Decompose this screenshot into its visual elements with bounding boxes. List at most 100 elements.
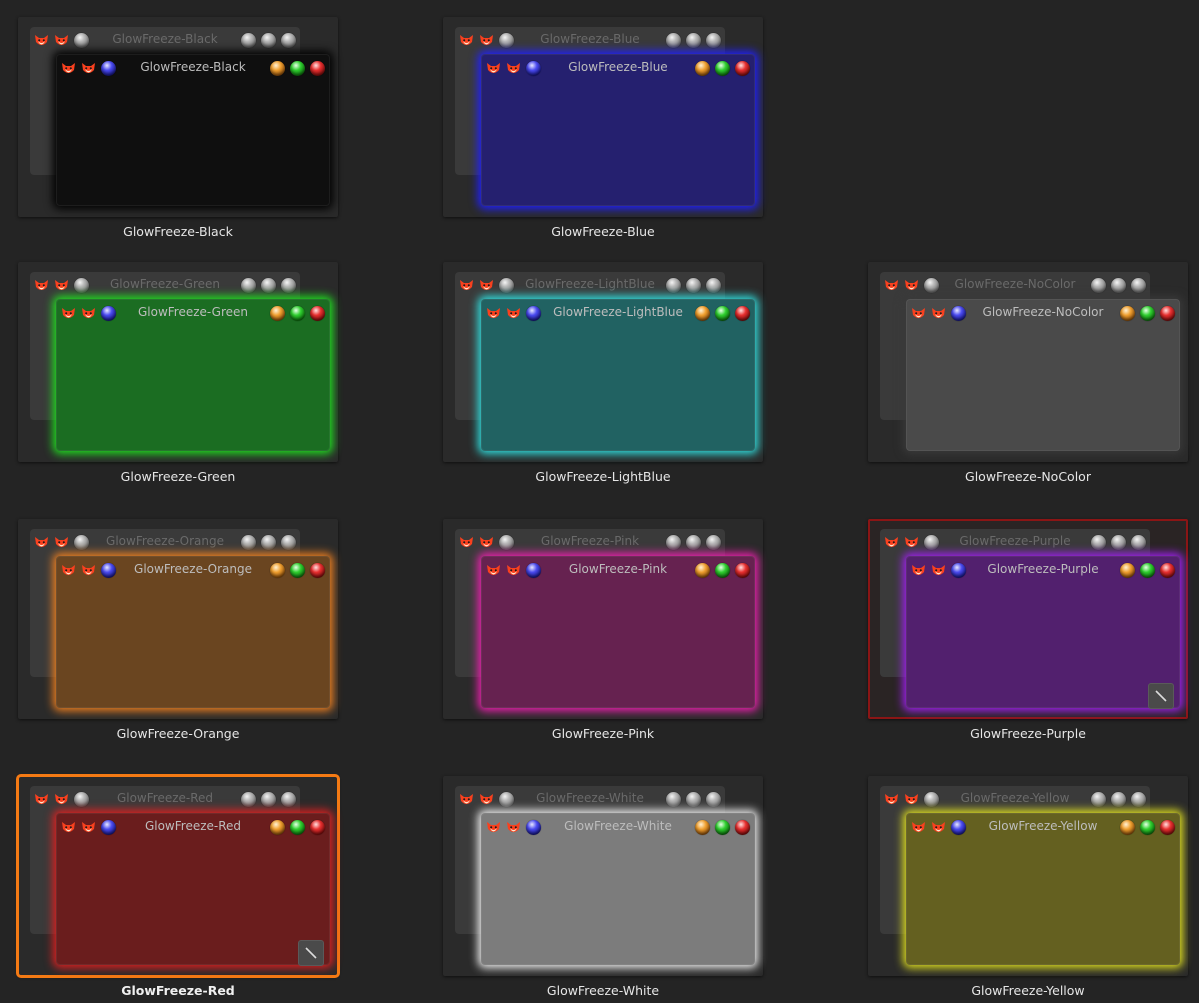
active-window-preview: GlowFreeze-Purple — [906, 556, 1180, 708]
inactive-right-buttons — [666, 278, 721, 293]
maximize-orb-icon — [290, 563, 305, 578]
active-right-buttons — [270, 820, 325, 835]
maximize-orb-icon — [686, 535, 701, 550]
theme-card[interactable]: GlowFreeze-White GlowFreeze-White — [443, 776, 763, 976]
maximize-orb-icon — [1111, 792, 1126, 807]
minimize-orb-icon — [1120, 563, 1135, 578]
edit-theme-button[interactable] — [1148, 683, 1174, 709]
maximize-orb-icon — [290, 61, 305, 76]
minimize-orb-icon — [1120, 820, 1135, 835]
theme-name-label: GlowFreeze-White — [546, 983, 660, 998]
active-window-preview: GlowFreeze-Green — [56, 299, 330, 451]
close-orb-icon — [281, 278, 296, 293]
minimize-orb-icon — [1120, 306, 1135, 321]
close-orb-icon — [310, 306, 325, 321]
theme-card[interactable]: GlowFreeze-Pink GlowFreeze-Pink — [443, 519, 763, 719]
maximize-orb-icon — [715, 563, 730, 578]
minimize-orb-icon — [666, 278, 681, 293]
theme-name-label: GlowFreeze-NoColor — [965, 469, 1091, 484]
inactive-right-buttons — [666, 792, 721, 807]
minimize-orb-icon — [270, 820, 285, 835]
theme-name-label: GlowFreeze-Blue — [551, 224, 655, 239]
close-orb-icon — [310, 61, 325, 76]
active-window-preview: GlowFreeze-LightBlue — [481, 299, 755, 451]
close-orb-icon — [706, 535, 721, 550]
close-orb-icon — [281, 33, 296, 48]
inactive-right-buttons — [241, 278, 296, 293]
theme-card[interactable]: GlowFreeze-Black GlowFreeze-Black — [18, 17, 338, 217]
inactive-right-buttons — [1091, 535, 1146, 550]
minimize-orb-icon — [695, 306, 710, 321]
active-window-preview: GlowFreeze-Orange — [56, 556, 330, 708]
edit-theme-button[interactable] — [298, 940, 324, 966]
close-orb-icon — [706, 792, 721, 807]
close-orb-icon — [1131, 278, 1146, 293]
theme-card[interactable]: GlowFreeze-NoColor GlowFreeze-NoColor — [868, 262, 1188, 462]
maximize-orb-icon — [261, 33, 276, 48]
minimize-orb-icon — [270, 306, 285, 321]
theme-card[interactable]: GlowFreeze-Yellow GlowFreeze-Yellow — [868, 776, 1188, 976]
close-orb-icon — [735, 61, 750, 76]
theme-name-label: GlowFreeze-Orange — [116, 726, 240, 741]
maximize-orb-icon — [715, 61, 730, 76]
theme-card[interactable]: GlowFreeze-Red GlowFreeze-Red — [16, 774, 340, 978]
inactive-right-buttons — [1091, 278, 1146, 293]
active-window-preview: GlowFreeze-NoColor — [906, 299, 1180, 451]
maximize-orb-icon — [686, 278, 701, 293]
inactive-right-buttons — [666, 535, 721, 550]
theme-name-label: GlowFreeze-Green — [120, 469, 236, 484]
maximize-orb-icon — [686, 33, 701, 48]
theme-card[interactable]: GlowFreeze-LightBlue GlowFreeze-LightBlue — [443, 262, 763, 462]
theme-name-label: GlowFreeze-Purple — [970, 726, 1086, 741]
close-orb-icon — [1160, 306, 1175, 321]
close-orb-icon — [281, 535, 296, 550]
minimize-orb-icon — [1091, 792, 1106, 807]
active-right-buttons — [695, 306, 750, 321]
theme-card[interactable]: GlowFreeze-Green GlowFreeze-Green — [18, 262, 338, 462]
maximize-orb-icon — [715, 306, 730, 321]
close-orb-icon — [1131, 792, 1146, 807]
active-right-buttons — [695, 563, 750, 578]
theme-name-label: GlowFreeze-Black — [123, 224, 233, 239]
active-right-buttons — [270, 563, 325, 578]
minimize-orb-icon — [270, 563, 285, 578]
maximize-orb-icon — [261, 535, 276, 550]
minimize-orb-icon — [695, 563, 710, 578]
active-window-preview: GlowFreeze-Pink — [481, 556, 755, 708]
active-window-preview: GlowFreeze-Blue — [481, 54, 755, 206]
theme-name-label: GlowFreeze-Pink — [551, 726, 655, 741]
close-orb-icon — [310, 563, 325, 578]
maximize-orb-icon — [261, 792, 276, 807]
minimize-orb-icon — [666, 792, 681, 807]
theme-name-label: GlowFreeze-LightBlue — [535, 469, 671, 484]
active-right-buttons — [270, 61, 325, 76]
theme-card[interactable]: GlowFreeze-Blue GlowFreeze-Blue — [443, 17, 763, 217]
maximize-orb-icon — [715, 820, 730, 835]
close-orb-icon — [1160, 563, 1175, 578]
theme-card[interactable]: GlowFreeze-Purple GlowFreeze-Purple — [868, 519, 1188, 719]
active-right-buttons — [1120, 306, 1175, 321]
theme-name-label: GlowFreeze-Yellow — [971, 983, 1085, 998]
maximize-orb-icon — [290, 820, 305, 835]
theme-name-label: GlowFreeze-Red — [121, 983, 235, 998]
maximize-orb-icon — [686, 792, 701, 807]
active-window-preview: GlowFreeze-Yellow — [906, 813, 1180, 965]
active-right-buttons — [1120, 563, 1175, 578]
minimize-orb-icon — [695, 61, 710, 76]
close-orb-icon — [706, 278, 721, 293]
minimize-orb-icon — [241, 535, 256, 550]
maximize-orb-icon — [261, 278, 276, 293]
minimize-orb-icon — [241, 278, 256, 293]
inactive-right-buttons — [666, 33, 721, 48]
maximize-orb-icon — [290, 306, 305, 321]
active-right-buttons — [1120, 820, 1175, 835]
maximize-orb-icon — [1140, 306, 1155, 321]
close-orb-icon — [735, 820, 750, 835]
close-orb-icon — [735, 563, 750, 578]
minimize-orb-icon — [241, 792, 256, 807]
minimize-orb-icon — [1091, 278, 1106, 293]
maximize-orb-icon — [1111, 535, 1126, 550]
theme-card[interactable]: GlowFreeze-Orange GlowFreeze-Orange — [18, 519, 338, 719]
active-right-buttons — [695, 820, 750, 835]
minimize-orb-icon — [1091, 535, 1106, 550]
